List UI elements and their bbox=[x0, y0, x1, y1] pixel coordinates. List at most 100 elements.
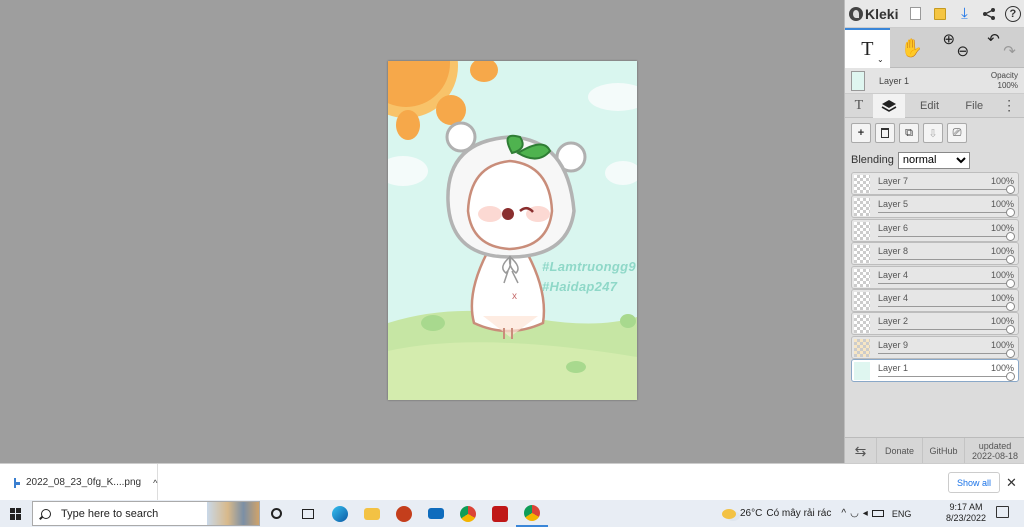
search-highlight-image bbox=[207, 502, 259, 525]
layer-row[interactable]: Layer 4 100% bbox=[851, 265, 1019, 289]
cortana-button[interactable] bbox=[260, 500, 292, 527]
taskbar-chrome[interactable] bbox=[452, 500, 484, 527]
github-link[interactable]: GitHub bbox=[923, 438, 965, 464]
layer-row[interactable]: Layer 6 100% bbox=[851, 218, 1019, 242]
tab-file[interactable]: File bbox=[954, 94, 994, 118]
weather-temp[interactable]: 26°C bbox=[740, 508, 762, 519]
hand-tool-button[interactable]: ✋ bbox=[890, 28, 935, 68]
opacity-slider-handle[interactable] bbox=[1006, 301, 1015, 311]
artwork-illustration: x bbox=[388, 61, 637, 400]
tab-text[interactable]: T bbox=[845, 94, 873, 118]
rename-layer-button[interactable]: ⎚ bbox=[947, 123, 967, 143]
add-layer-button[interactable]: + bbox=[851, 123, 871, 143]
taskbar-powerpoint[interactable] bbox=[388, 500, 420, 527]
network-icon[interactable]: ◡ bbox=[850, 508, 859, 519]
download-item[interactable]: 2022_08_23_0fg_K....png ^ bbox=[0, 464, 158, 501]
share-button[interactable] bbox=[978, 3, 1000, 25]
opacity-slider-handle[interactable] bbox=[1006, 372, 1015, 382]
opacity-value: 100% bbox=[997, 80, 1018, 90]
download-file-name: 2022_08_23_0fg_K....png bbox=[26, 477, 142, 488]
layer-row-selected[interactable]: Layer 1 100% bbox=[851, 359, 1019, 383]
redo-icon[interactable]: ↷ bbox=[1003, 42, 1016, 60]
opacity-slider-track[interactable] bbox=[878, 259, 1012, 261]
undo-icon[interactable]: ↶ bbox=[987, 30, 1000, 48]
chevron-up-icon[interactable]: ^ bbox=[153, 478, 157, 488]
taskbar-file-explorer[interactable] bbox=[356, 500, 388, 527]
close-icon[interactable]: ✕ bbox=[1006, 475, 1017, 491]
rename-icon: ⎚ bbox=[952, 126, 962, 139]
opacity-slider-handle[interactable] bbox=[1006, 185, 1015, 194]
opacity-slider-handle[interactable] bbox=[1006, 325, 1015, 335]
canvas-area[interactable]: x #Lamtruongg9 #Haidap247 bbox=[0, 0, 844, 463]
opacity-slider-track[interactable] bbox=[878, 212, 1012, 214]
opacity-slider-handle[interactable] bbox=[1006, 348, 1015, 358]
chevron-down-icon[interactable]: ⌄ bbox=[877, 55, 884, 64]
opacity-slider-handle[interactable] bbox=[1006, 255, 1015, 265]
tab-edit[interactable]: Edit bbox=[905, 94, 955, 118]
layer-row[interactable]: Layer 5 100% bbox=[851, 195, 1019, 219]
kleki-logo[interactable]: Kleki bbox=[849, 6, 903, 22]
delete-layer-button[interactable] bbox=[875, 123, 895, 143]
zoom-in-icon[interactable]: ⊕ bbox=[943, 30, 956, 48]
taskbar-mail[interactable] bbox=[420, 500, 452, 527]
more-menu-icon[interactable]: ⋮ bbox=[994, 94, 1024, 118]
opacity-slider-track[interactable] bbox=[878, 305, 1012, 307]
layer-row[interactable]: Layer 7 100% bbox=[851, 172, 1019, 195]
donate-link[interactable]: Donate bbox=[877, 438, 923, 464]
tray-chevron-icon[interactable]: ^ bbox=[841, 508, 846, 519]
save-button[interactable] bbox=[929, 3, 951, 25]
layer-name: Layer 8 bbox=[878, 246, 909, 257]
layer-name: Layer 5 bbox=[878, 199, 909, 210]
language-indicator[interactable]: ENG bbox=[892, 509, 912, 519]
taskbar-search[interactable]: Type here to search bbox=[32, 501, 260, 526]
taskbar-edge[interactable] bbox=[324, 500, 356, 527]
text-tool-icon: T bbox=[861, 37, 874, 60]
opacity-slider-handle[interactable] bbox=[1006, 231, 1015, 241]
duplicate-layer-button[interactable]: ⧉ bbox=[899, 123, 919, 143]
merge-layer-button[interactable]: ⇩ bbox=[923, 123, 943, 143]
cortana-icon bbox=[270, 508, 282, 519]
layer-row[interactable]: Layer 9 100% bbox=[851, 335, 1019, 359]
new-image-button[interactable] bbox=[905, 3, 927, 25]
opacity-slider-track[interactable] bbox=[878, 329, 1012, 331]
swap-side-button[interactable]: ⇆ bbox=[845, 438, 877, 464]
layer-row[interactable]: Layer 8 100% bbox=[851, 242, 1019, 266]
task-view-button[interactable] bbox=[292, 500, 324, 527]
layer-thumbnail bbox=[854, 268, 870, 287]
tab-layers[interactable] bbox=[872, 93, 905, 118]
notification-icon[interactable] bbox=[996, 506, 1009, 518]
taskbar-mcafee[interactable] bbox=[484, 500, 516, 527]
start-button[interactable] bbox=[0, 500, 32, 527]
trash-icon bbox=[881, 128, 889, 138]
opacity-slider-track[interactable] bbox=[878, 235, 1012, 237]
opacity-slider-track[interactable] bbox=[878, 376, 1012, 378]
taskbar-chrome-active[interactable] bbox=[516, 500, 548, 527]
layer-thumbnail bbox=[854, 291, 870, 310]
show-all-button[interactable]: Show all bbox=[948, 472, 1000, 493]
blending-select[interactable]: normal bbox=[897, 151, 970, 169]
weather-desc[interactable]: Có mây rải rác bbox=[766, 508, 831, 519]
text-tool-button[interactable]: T ⌄ bbox=[845, 28, 890, 68]
battery-icon[interactable] bbox=[871, 510, 884, 517]
layer-row[interactable]: Layer 2 100% bbox=[851, 312, 1019, 336]
opacity-slider-track[interactable] bbox=[878, 189, 1012, 190]
opacity-slider-handle[interactable] bbox=[1006, 208, 1015, 218]
help-button[interactable]: ? bbox=[1002, 3, 1024, 25]
zoom-buttons: ⊕ ⊖ bbox=[935, 28, 980, 68]
layers-icon bbox=[881, 99, 897, 112]
layer-thumbnail bbox=[854, 221, 870, 240]
weather-icon[interactable] bbox=[722, 508, 736, 519]
layer-row[interactable]: Layer 4 100% bbox=[851, 288, 1019, 312]
opacity-slider-handle[interactable] bbox=[1006, 278, 1015, 288]
opacity-slider-track[interactable] bbox=[878, 352, 1012, 354]
clock[interactable]: 9:17 AM 8/23/2022 bbox=[944, 502, 988, 524]
layer-name: Layer 4 bbox=[878, 269, 909, 280]
layer-name: Layer 9 bbox=[878, 339, 909, 350]
volume-icon[interactable]: ◂ bbox=[863, 508, 868, 519]
zoom-out-icon[interactable]: ⊖ bbox=[957, 42, 970, 60]
opacity-slider-track[interactable] bbox=[878, 282, 1012, 284]
artwork-canvas[interactable]: x #Lamtruongg9 #Haidap247 bbox=[388, 61, 637, 400]
opacity-label: Opacity bbox=[990, 70, 1018, 80]
save-icon bbox=[934, 7, 947, 20]
download-button[interactable]: ⤓ bbox=[953, 3, 975, 25]
